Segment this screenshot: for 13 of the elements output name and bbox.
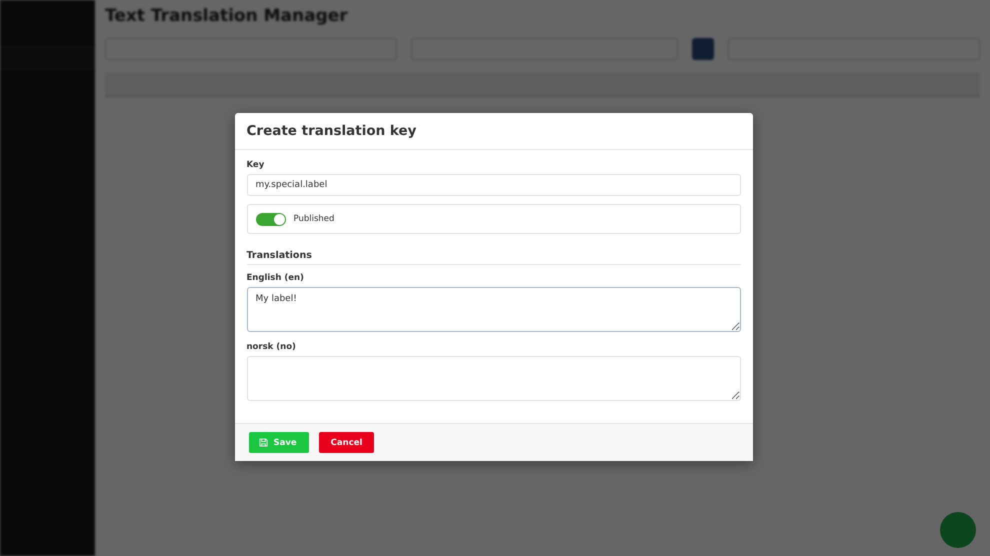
cancel-button[interactable]: Cancel	[318, 432, 374, 453]
page-title: Text Translation Manager	[105, 6, 349, 26]
translation-textarea[interactable]	[246, 356, 740, 401]
field-label: Key	[246, 160, 266, 170]
field-label: English (en)	[246, 273, 305, 283]
dialog-title: Create translation key	[246, 123, 418, 139]
toggle-label: Published	[294, 214, 334, 224]
key-input[interactable]: my.special.label	[246, 174, 740, 196]
filter-button[interactable]	[692, 38, 714, 60]
field-label: norsk (no)	[246, 342, 297, 352]
section-heading: Translations	[246, 250, 740, 265]
toggle-switch[interactable]	[256, 212, 286, 226]
translation-textarea[interactable]: My label!	[246, 287, 740, 332]
